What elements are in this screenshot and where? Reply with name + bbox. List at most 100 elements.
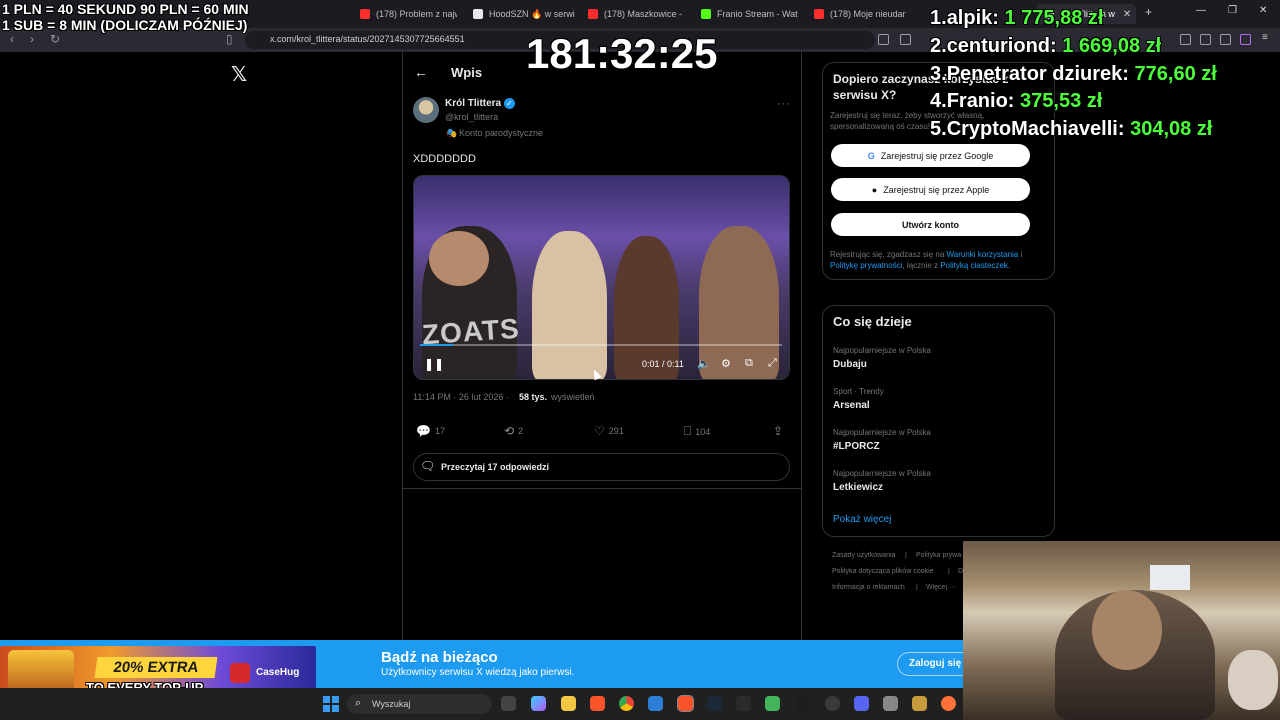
taskbar-search-placeholder: Wyszukaj <box>372 699 411 709</box>
privacy-link[interactable]: Politykę prywatności <box>830 261 902 270</box>
back-arrow-icon[interactable]: ← <box>414 64 428 80</box>
share-icon[interactable] <box>900 34 911 45</box>
footer-link[interactable]: Polityka dotycząca plików cookie <box>832 568 934 575</box>
back-icon[interactable]: ‹ <box>10 32 14 46</box>
video-progress-bar[interactable] <box>420 344 782 346</box>
extension-icon[interactable] <box>1180 34 1191 45</box>
trend-item[interactable]: #LPORCZ <box>833 441 880 452</box>
youtube-icon <box>360 9 370 19</box>
video-progress-fill <box>420 344 453 346</box>
reply-button[interactable]: 💬 17 <box>416 424 445 438</box>
trend-item[interactable]: Letkiewicz <box>833 482 883 493</box>
read-replies-label[interactable]: Przeczytaj 17 odpowiedzi <box>441 462 549 472</box>
windows-start-icon[interactable] <box>323 696 339 712</box>
reply-icon: 💬 <box>416 424 431 438</box>
trends-title: Co się dzieje <box>833 314 912 329</box>
banner-subtitle: Użytkownicy serwisu X wiedzą jako pierws… <box>381 667 575 678</box>
terms-link[interactable]: Warunki korzystania <box>947 250 1019 259</box>
google-signup-button[interactable]: G Zarejestruj się przez Google <box>831 144 1030 167</box>
settings-gear-icon[interactable]: ⚙ <box>721 357 731 370</box>
search-icon: ⌕ <box>355 697 362 709</box>
minimize-icon[interactable]: — <box>1196 5 1206 16</box>
footer-link[interactable]: Informacja o reklamach <box>832 584 905 591</box>
new-tab-button[interactable]: + <box>1145 5 1152 19</box>
terms-text: Rejestrując się, zgadzasz się na Warunki… <box>830 250 1023 270</box>
steam-icon[interactable] <box>707 696 722 711</box>
app-icon[interactable] <box>765 696 780 711</box>
maximize-icon[interactable]: ❐ <box>1228 5 1237 16</box>
youtube-icon <box>814 9 824 19</box>
video-frame <box>429 231 489 286</box>
forward-icon[interactable]: › <box>30 32 34 46</box>
footer-link[interactable]: Więcej ··· <box>926 584 956 591</box>
create-account-button[interactable]: Utwórz konto <box>831 213 1030 236</box>
webcam-dog <box>1228 650 1278 710</box>
brave-icon[interactable] <box>590 696 605 711</box>
fullscreen-icon[interactable]: ⤢ <box>768 357 777 370</box>
pause-icon[interactable]: ❚❚ <box>424 357 444 371</box>
browser-tab[interactable]: (178) Problem z najwię <box>352 4 457 24</box>
copilot-icon[interactable] <box>531 696 546 711</box>
browser-tab[interactable]: HoodSZN 🔥 w serwis <box>465 4 575 24</box>
column-divider <box>801 52 802 640</box>
donor-leaderboard-item: 4.Franio: 375,53 zł <box>930 90 1103 112</box>
extension-icon[interactable] <box>1240 34 1251 45</box>
author-name[interactable]: Król Tlittera <box>445 98 501 109</box>
browser-tab[interactable]: Franio Stream - Watch <box>693 4 798 24</box>
chrome-icon[interactable] <box>619 696 634 711</box>
x-logo-icon[interactable]: 𝕏 <box>231 62 247 87</box>
taskbar-search[interactable] <box>347 694 492 714</box>
picture-in-picture-icon[interactable]: ⧉ <box>745 357 753 370</box>
post-timestamp[interactable]: 11:14 PM · 26 lut 2026 · <box>413 392 509 402</box>
trend-item[interactable]: Dubaju <box>833 359 867 370</box>
page-title: Wpis <box>451 65 483 80</box>
repost-icon: ⟲ <box>504 424 515 438</box>
cookie-policy-link[interactable]: Polityką ciasteczek. <box>940 261 1010 270</box>
webcam-background <box>1150 565 1190 590</box>
kick-icon <box>701 9 711 19</box>
bookmark-icon[interactable]: ▯ <box>226 32 233 46</box>
app-icon[interactable] <box>912 696 927 711</box>
shield-icon[interactable] <box>1220 34 1231 45</box>
views-label: wyświetleń <box>551 392 595 402</box>
verified-badge-icon: ✓ <box>504 98 515 109</box>
url-text[interactable]: x.com/krol_tlittera/status/2027145307725… <box>270 34 465 44</box>
video-frame <box>532 231 607 379</box>
show-more-link[interactable]: Pokaż więcej <box>833 514 891 525</box>
browser-tab[interactable]: (178) Moje nieudane <box>806 4 906 24</box>
extension-icon[interactable] <box>1200 34 1211 45</box>
extension-icon[interactable] <box>878 34 889 45</box>
app-icon[interactable] <box>795 696 810 711</box>
obs-icon[interactable] <box>825 696 840 711</box>
bookmark-button[interactable]: ⎕ 104 <box>684 424 710 439</box>
browser-tab[interactable]: (178) Maszkowice - Yo <box>580 4 685 24</box>
column-divider <box>402 52 403 640</box>
task-view-icon[interactable] <box>501 696 516 711</box>
menu-icon[interactable]: ≡ <box>1262 32 1273 43</box>
app-icon[interactable] <box>736 696 751 711</box>
volume-icon[interactable]: 🔈 <box>697 357 711 370</box>
settings-gear-icon[interactable] <box>883 696 898 711</box>
author-handle[interactable]: @krol_tlittera <box>445 112 498 122</box>
file-explorer-icon[interactable] <box>561 696 576 711</box>
avatar[interactable] <box>413 97 439 123</box>
share-button[interactable]: ⇪ <box>773 424 783 438</box>
video-player[interactable]: ZOATS ❚❚ 0:01 / 0:11 🔈 ⚙ ⧉ ⤢ <box>413 175 790 380</box>
footer-link[interactable]: Polityka prywa <box>916 552 961 559</box>
close-tab-icon[interactable]: ✕ <box>1123 9 1131 20</box>
apple-signup-button[interactable]: ● Zarejestruj się przez Apple <box>831 178 1030 201</box>
discord-icon[interactable] <box>854 696 869 711</box>
repost-button[interactable]: ⟲ 2 <box>504 424 523 438</box>
store-icon[interactable] <box>648 696 663 711</box>
firefox-icon[interactable] <box>941 696 956 711</box>
brave-icon[interactable] <box>677 695 694 712</box>
banner-title: Bądź na bieżąco <box>381 649 498 666</box>
trend-item[interactable]: Arsenal <box>833 400 870 411</box>
footer-separator: | <box>916 584 918 591</box>
like-button[interactable]: ♡ 291 <box>594 424 624 438</box>
reload-icon[interactable]: ↻ <box>50 32 60 46</box>
close-window-icon[interactable]: ✕ <box>1259 5 1267 16</box>
trend-meta: Najpopularniejsze w Polska <box>833 346 931 355</box>
more-options-icon[interactable]: ··· <box>777 98 791 110</box>
footer-link[interactable]: Zasady użytkowania <box>832 552 895 559</box>
